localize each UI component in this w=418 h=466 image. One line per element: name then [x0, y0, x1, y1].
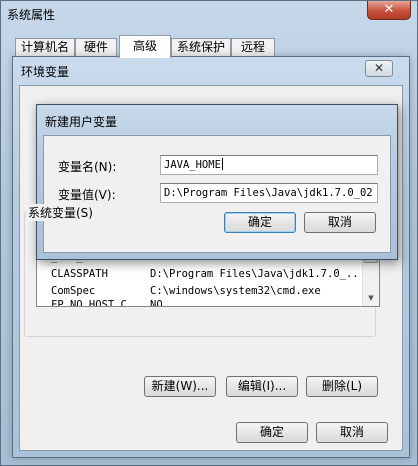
variable-value-label: 变量值(V): [58, 188, 116, 202]
new-user-variable-dialog: 新建用户变量 变量名(N): JAVA_HOME 变量值(V): D:\Prog… [36, 104, 398, 260]
close-button[interactable]: ✕ [367, 1, 411, 20]
variable-value-input[interactable]: D:\Program Files\Java\jdk1.7.0_02 [160, 183, 378, 203]
close-icon: ✕ [373, 61, 385, 75]
list-item-value[interactable]: C:\windows\system32\cmd.exe [150, 283, 360, 300]
window-title: 系统属性 [7, 8, 56, 22]
delete-system-variable-button[interactable]: 删除(L) [306, 376, 378, 397]
dialog-title: 新建用户变量 [45, 115, 118, 129]
variable-name-value: JAVA_HOME [164, 159, 221, 171]
dialog-cancel-button[interactable]: 取消 [304, 212, 376, 233]
tab-system-protection[interactable]: 系统保护 [171, 38, 231, 57]
dialog-content-panel: 变量名(N): JAVA_HOME 变量值(V): D:\Program Fil… [43, 135, 391, 253]
variable-name-input[interactable]: JAVA_HOME [160, 155, 378, 175]
variable-name-label: 变量名(N): [58, 160, 117, 174]
tab-advanced[interactable]: 高级 [119, 35, 171, 58]
list-item-name[interactable]: CLASSPATH [51, 266, 137, 283]
list-item-name[interactable]: ComSpec [51, 283, 137, 300]
list-item-name[interactable]: FP_NO_HOST_C... [51, 300, 137, 306]
list-item-value[interactable]: D:\Program Files\Java\jdk1.7.0_... [150, 266, 360, 283]
tab-remote[interactable]: 远程 [231, 38, 275, 57]
tab-hardware[interactable]: 硬件 [75, 38, 117, 57]
system-variables-label: 系统变量(S) [26, 204, 95, 221]
window-title: 环境变量 [21, 65, 70, 79]
edit-system-variable-button[interactable]: 编辑(I)... [226, 376, 298, 397]
close-icon: ✕ [383, 2, 395, 17]
close-button[interactable]: ✕ [365, 60, 393, 77]
dialog-ok-button[interactable]: 确定 [224, 212, 296, 233]
new-system-variable-button[interactable]: 新建(W)... [144, 376, 216, 397]
ok-button[interactable]: 确定 [236, 422, 308, 443]
tab-computer-name[interactable]: 计算机名 [15, 38, 75, 57]
text-caret [221, 158, 223, 170]
scroll-down-icon[interactable]: ▼ [363, 291, 379, 305]
list-item-value[interactable]: NO [150, 300, 360, 306]
cancel-button[interactable]: 取消 [316, 422, 388, 443]
